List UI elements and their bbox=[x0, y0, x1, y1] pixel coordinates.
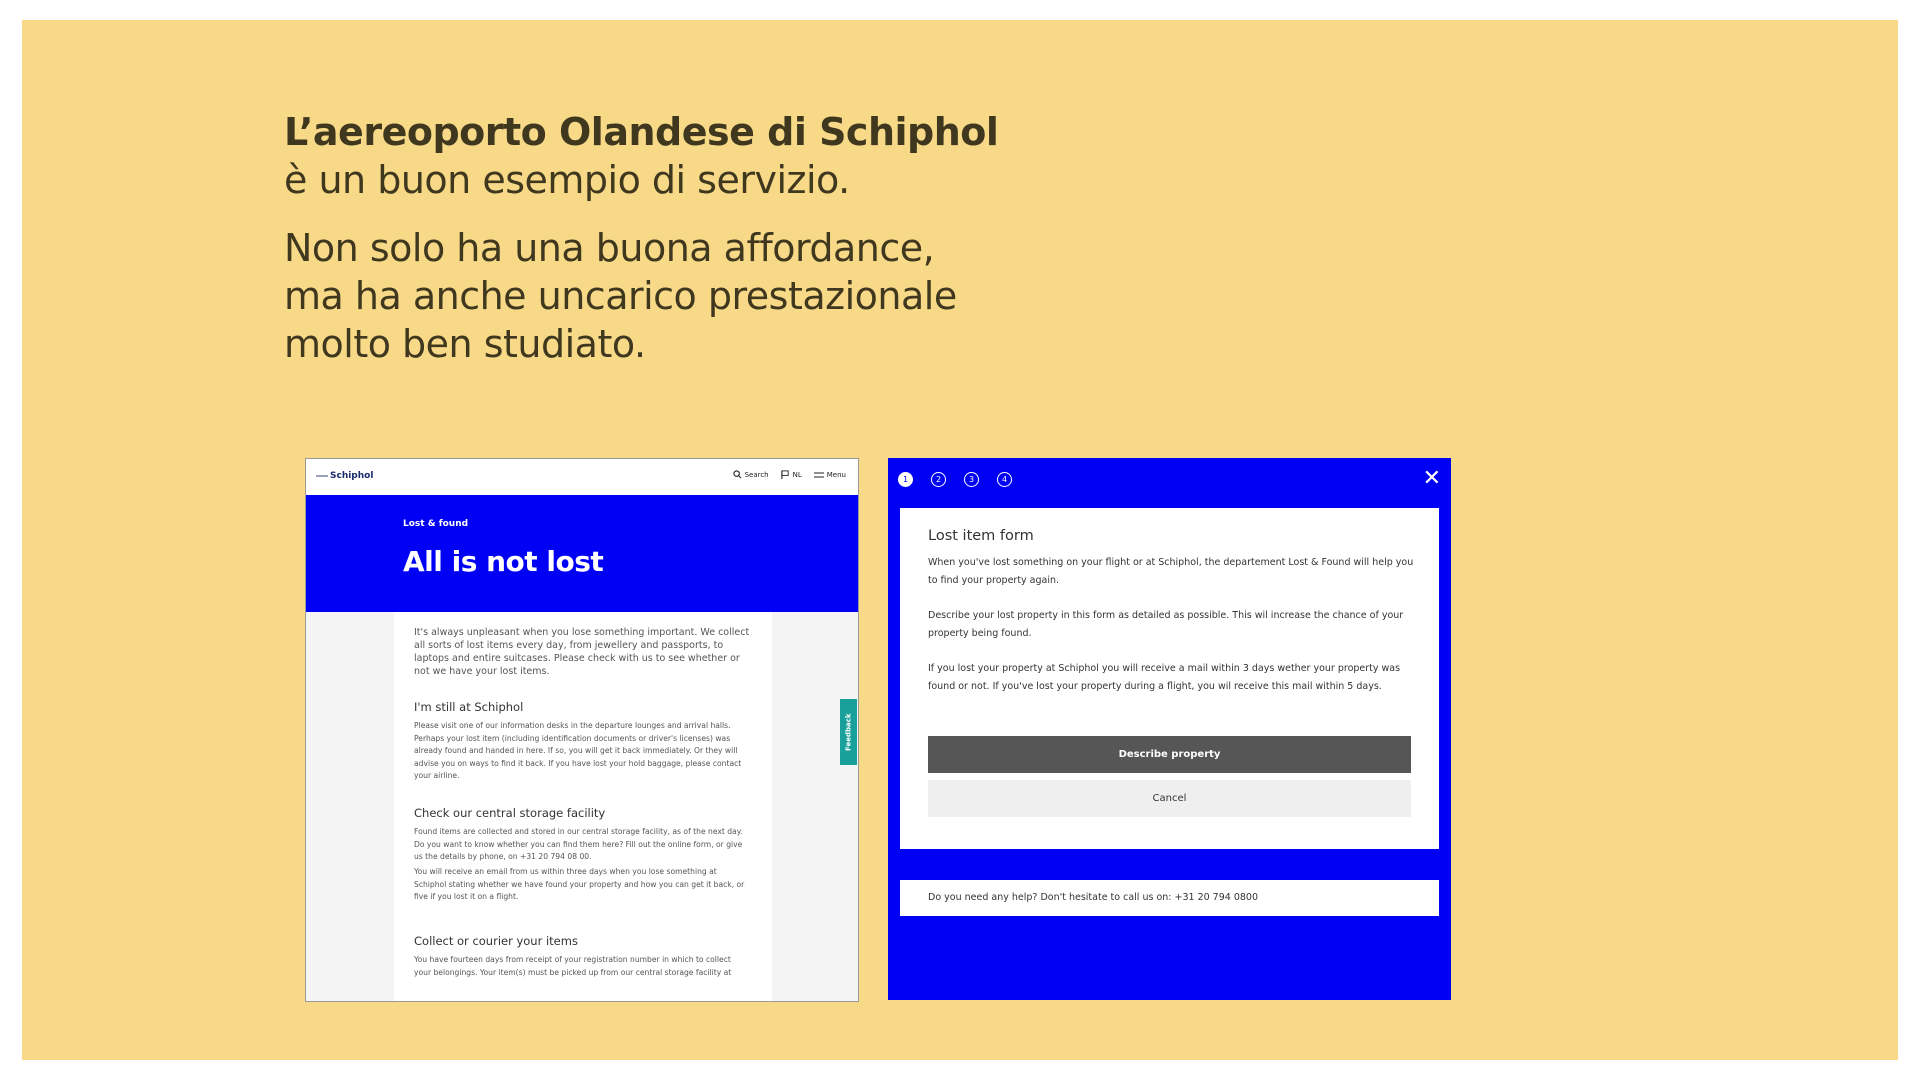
slide-text-line-3: molto ben studiato. bbox=[284, 322, 646, 366]
site-navbar: Schiphol Search NL Menu bbox=[306, 459, 858, 495]
section-title: Check our central storage facility bbox=[414, 806, 606, 820]
section-title: Collect or courier your items bbox=[414, 934, 578, 948]
schiphol-lost-found-screenshot: Schiphol Search NL Menu Lost & found All… bbox=[305, 458, 859, 1002]
step-1[interactable]: 1 bbox=[898, 472, 913, 487]
step-4[interactable]: 4 bbox=[997, 472, 1012, 487]
schiphol-logo[interactable]: Schiphol bbox=[316, 471, 373, 481]
form-title: Lost item form bbox=[928, 528, 1034, 544]
slide-text-line-2: ma ha anche uncarico prestazionale bbox=[284, 274, 957, 318]
article-content: It's always unpleasant when you lose som… bbox=[394, 612, 772, 1001]
slide-heading: L’aereoporto Olandese di Schiphol è un b… bbox=[284, 108, 999, 368]
form-paragraph: Describe your lost property in this form… bbox=[928, 610, 1404, 639]
close-icon[interactable]: ✕ bbox=[1423, 468, 1441, 490]
nav-menu[interactable]: Menu bbox=[813, 470, 846, 479]
section-text: Found items are collected and stored in … bbox=[414, 827, 743, 861]
form-paragraph: If you lost your property at Schiphol yo… bbox=[928, 663, 1401, 692]
hero-banner: Lost & found All is not lost bbox=[306, 495, 858, 612]
describe-property-button[interactable]: Describe property bbox=[928, 736, 1411, 773]
menu-icon bbox=[813, 472, 824, 477]
nav-search[interactable]: Search bbox=[732, 470, 769, 479]
search-icon bbox=[732, 470, 742, 479]
form-paragraph: When you've lost something on your fligh… bbox=[928, 557, 1414, 586]
form-card: Lost item form When you've lost somethin… bbox=[900, 508, 1439, 849]
section-text: You will receive an email from us within… bbox=[414, 867, 745, 901]
lost-item-form-screenshot: 1 2 3 4 ✕ Lost item form When you've los… bbox=[888, 458, 1451, 1000]
intro-text: It's always unpleasant when you lose som… bbox=[414, 627, 750, 677]
slide-subtitle: è un buon esempio di servizio. bbox=[284, 158, 850, 202]
section-text: You have fourteen days from receipt of y… bbox=[414, 955, 732, 977]
cancel-button[interactable]: Cancel bbox=[928, 780, 1411, 817]
nav-language[interactable]: NL bbox=[780, 470, 802, 479]
section-title: I'm still at Schiphol bbox=[414, 700, 524, 714]
step-3[interactable]: 3 bbox=[964, 472, 979, 487]
feedback-tab[interactable]: Feedback bbox=[840, 699, 857, 765]
flag-icon bbox=[780, 470, 789, 479]
slide-title: L’aereoporto Olandese di Schiphol bbox=[284, 110, 999, 154]
step-indicator: 1 2 3 4 bbox=[898, 472, 1012, 487]
help-bar: Do you need any help? Don't hesitate to … bbox=[900, 880, 1439, 916]
slide-text-line-1: Non solo ha una buona affordance, bbox=[284, 226, 935, 270]
hero-kicker: Lost & found bbox=[403, 519, 469, 529]
nav-links: Search NL Menu bbox=[732, 470, 846, 479]
section-text: Please visit one of our information desk… bbox=[414, 721, 742, 780]
help-text: Do you need any help? Don't hesitate to … bbox=[928, 892, 1259, 903]
step-2[interactable]: 2 bbox=[931, 472, 946, 487]
hero-title: All is not lost bbox=[403, 545, 604, 578]
